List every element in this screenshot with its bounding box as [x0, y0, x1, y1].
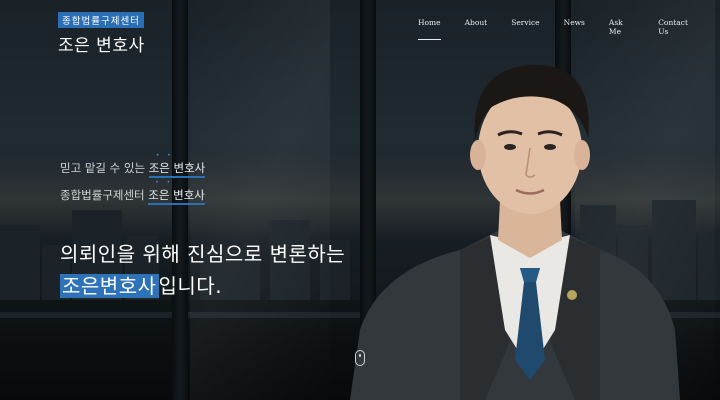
tagline-1-prefix: 믿고 맡길 수 있는: [60, 161, 149, 175]
logo-title: 조은 변호사: [58, 36, 145, 56]
lawyer-portrait: [350, 64, 680, 400]
mouse-scroll-icon[interactable]: [355, 350, 365, 366]
tagline-1-highlight: 조은 변호사: [149, 161, 206, 175]
main-nav: Home About Service News Ask Me Contact U…: [418, 18, 720, 40]
nav-news[interactable]: News: [564, 18, 585, 36]
headline-suffix: 입니다.: [158, 274, 223, 298]
nav-home[interactable]: Home: [418, 18, 441, 40]
tagline-2-highlight: 조은 변호사: [148, 188, 205, 202]
headline-highlight: 조은변호사: [60, 274, 159, 298]
nav-ask-me[interactable]: Ask Me: [609, 18, 634, 36]
hero-tagline-2: 종합법률구제센터 조은 변호사: [60, 187, 205, 203]
headline-line-1: 의뢰인을 위해 진심으로 변론하는: [60, 242, 346, 266]
site-logo[interactable]: 종합법률구제센터 조은 변호사: [58, 9, 145, 56]
hero-section: 종합법률구제센터 조은 변호사 Home About Service News …: [0, 0, 720, 400]
tagline-2-prefix: 종합법률구제센터: [60, 188, 149, 202]
hero-tagline-1: 믿고 맡길 수 있는 조은 변호사: [60, 160, 205, 176]
logo-subtitle: 종합법률구제센터: [58, 12, 144, 28]
headline-line-2: 조은변호사 입니다.: [60, 270, 345, 302]
nav-service[interactable]: Service: [511, 18, 539, 36]
nav-contact-us[interactable]: Contact Us: [658, 18, 696, 36]
hero-headline: 의뢰인을 위해 진심으로 변론하는 조은변호사 입니다.: [60, 238, 345, 302]
nav-about[interactable]: About: [465, 18, 488, 36]
